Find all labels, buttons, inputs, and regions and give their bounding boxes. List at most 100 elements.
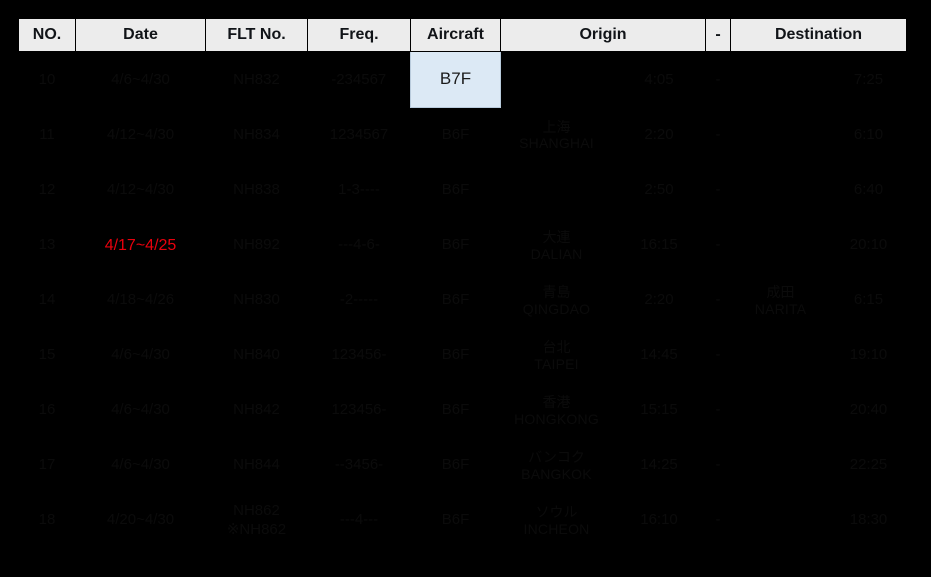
flight-number[interactable]: NH838 (205, 163, 308, 218)
destination-station[interactable]: 成田 NARITA (730, 273, 831, 328)
arrival-time: 18:30 (830, 493, 907, 548)
row-number: 18 (18, 493, 76, 548)
column-header-no[interactable]: NO. (18, 18, 76, 52)
frequency-pattern[interactable]: 123456- (307, 328, 411, 383)
aircraft-type[interactable]: B6F (410, 273, 501, 328)
column-header-freq[interactable]: Freq. (307, 18, 411, 52)
destination-station[interactable] (730, 328, 831, 383)
route-dash: - (705, 51, 731, 108)
column-header-date[interactable]: Date (75, 18, 206, 52)
column-header-aircraft[interactable]: Aircraft (410, 18, 501, 52)
column-header-dash[interactable]: - (705, 18, 732, 52)
table-row[interactable]: 10 4/6~4/30 NH832 -234567 B7F 4:05- 7:25 (18, 51, 907, 108)
flight-schedule-panel: NO. Date FLT No. Freq. Aircraft Origin -… (18, 18, 908, 548)
table-row[interactable]: 15 4/6~4/30 NH840 123456- B6F 台北 TAIPEI 14:45-1… (18, 328, 907, 383)
flight-date[interactable]: 4/12~4/30 (75, 107, 206, 163)
destination-station[interactable] (730, 51, 831, 108)
flight-date[interactable]: 4/18~4/26 (75, 273, 206, 328)
column-header-flt-no[interactable]: FLT No. (205, 18, 308, 52)
flight-date[interactable]: 4/6~4/30 (75, 51, 206, 108)
aircraft-type[interactable]: B6F (410, 328, 501, 383)
origin-station[interactable] (500, 51, 613, 108)
flight-date[interactable]: 4/6~4/30 (75, 328, 206, 383)
flight-date[interactable]: 4/12~4/30 (75, 163, 206, 218)
aircraft-type[interactable]: B6F (410, 493, 501, 548)
flight-number-primary: NH832 (233, 70, 280, 88)
table-row[interactable]: 12 4/12~4/30 NH838 1-3---- B6F 2:50- 6:40 (18, 163, 907, 218)
origin-station[interactable] (500, 163, 613, 218)
aircraft-type[interactable]: B6F (410, 438, 501, 493)
origin-station[interactable]: 台北 TAIPEI (500, 328, 613, 383)
row-number: 11 (18, 107, 76, 163)
origin-station-roman: HONGKONG (514, 410, 599, 427)
flight-number[interactable]: NH834 (205, 107, 308, 163)
origin-station[interactable]: 青島 QINGDAO (500, 273, 613, 328)
route-dash: - (705, 493, 731, 548)
frequency-pattern[interactable]: ---4--- (307, 493, 411, 548)
destination-station[interactable] (730, 218, 831, 273)
flight-date[interactable]: 4/6~4/30 (75, 438, 206, 493)
frequency-pattern[interactable]: 1-3---- (307, 163, 411, 218)
table-row[interactable]: 11 4/12~4/30 NH834 1234567 B6F 上海 SHANGHAI 2:20… (18, 107, 907, 163)
aircraft-type[interactable]: B6F (410, 218, 501, 273)
flight-date[interactable]: 4/20~4/30 (75, 493, 206, 548)
flight-schedule-table: NO. Date FLT No. Freq. Aircraft Origin -… (18, 18, 908, 548)
row-number: 12 (18, 163, 76, 218)
aircraft-type[interactable]: B6F (410, 163, 501, 218)
flight-number[interactable]: NH830 (205, 273, 308, 328)
arrival-time: 6:40 (830, 163, 907, 218)
origin-station[interactable]: バンコク BANGKOK (500, 438, 613, 493)
origin-station-roman: DALIAN (530, 245, 583, 262)
header-row: NO. Date FLT No. Freq. Aircraft Origin -… (18, 18, 908, 52)
frequency-pattern[interactable]: ---4-6- (307, 218, 411, 273)
destination-station[interactable] (730, 383, 831, 438)
route-dash: - (705, 273, 731, 328)
departure-time: 14:45 (612, 328, 706, 383)
origin-station-local: ソウル (535, 503, 578, 520)
origin-station[interactable]: 大連 DALIAN (500, 218, 613, 273)
aircraft-type[interactable]: B7F (410, 51, 501, 108)
frequency-pattern[interactable]: 1234567 (307, 107, 411, 163)
row-number: 16 (18, 383, 76, 438)
route-dash: - (705, 383, 731, 438)
column-header-origin[interactable]: Origin (499, 18, 707, 52)
flight-number[interactable]: NH844 (205, 438, 308, 493)
origin-station-roman: QINGDAO (522, 300, 591, 317)
flight-number[interactable]: NH862 ※NH862 (205, 493, 308, 548)
origin-station[interactable]: 上海 SHANGHAI (500, 107, 613, 163)
flight-number[interactable]: NH842 (205, 383, 308, 438)
arrival-time: 6:10 (830, 107, 907, 163)
origin-station-local: 香港 (542, 393, 571, 410)
destination-station[interactable] (730, 438, 831, 493)
origin-station[interactable]: ソウル INCHEON (500, 493, 613, 548)
flight-number[interactable]: NH892 (205, 218, 308, 273)
arrival-time: 7:25 (830, 51, 907, 108)
flight-number[interactable]: NH832 (205, 51, 308, 108)
arrival-time: 6:15 (830, 273, 907, 328)
column-header-destination[interactable]: Destination (730, 18, 908, 52)
table-header: NO. Date FLT No. Freq. Aircraft Origin -… (18, 18, 908, 52)
table-row[interactable]: 14 4/18~4/26 NH830 -2----- B6F 青島 QINGDAO 2:20-… (18, 273, 907, 328)
destination-station[interactable] (730, 493, 831, 548)
aircraft-type[interactable]: B6F (410, 383, 501, 438)
frequency-pattern[interactable]: 123456- (307, 383, 411, 438)
table-row[interactable]: 18 4/20~4/30 NH862 ※NH862 ---4--- B6F ソウル INCHE… (18, 493, 907, 548)
frequency-pattern[interactable]: -234567 (307, 51, 411, 108)
route-dash: - (705, 107, 731, 163)
frequency-pattern[interactable]: --3456- (307, 438, 411, 493)
destination-station[interactable] (730, 107, 831, 163)
destination-station[interactable] (730, 163, 831, 218)
flight-date[interactable]: 4/6~4/30 (75, 383, 206, 438)
frequency-pattern[interactable]: -2----- (307, 273, 411, 328)
arrival-time: 20:10 (830, 218, 907, 273)
aircraft-type[interactable]: B6F (410, 107, 501, 163)
flight-date[interactable]: 4/17~4/25 (75, 218, 206, 273)
route-dash: - (705, 438, 731, 493)
table-row[interactable]: 16 4/6~4/30 NH842 123456- B6F 香港 HONGKONG 15:15… (18, 383, 907, 438)
table-row[interactable]: 17 4/6~4/30 NH844 --3456- B6F バンコク BANGKOK 14:2… (18, 438, 907, 493)
origin-station-local: 青島 (542, 283, 571, 300)
flight-number[interactable]: NH840 (205, 328, 308, 383)
table-row[interactable]: 13 4/17~4/25 NH892 ---4-6- B6F 大連 DALIAN 16:15-… (18, 218, 907, 273)
row-number: 10 (18, 51, 76, 108)
origin-station[interactable]: 香港 HONGKONG (500, 383, 613, 438)
